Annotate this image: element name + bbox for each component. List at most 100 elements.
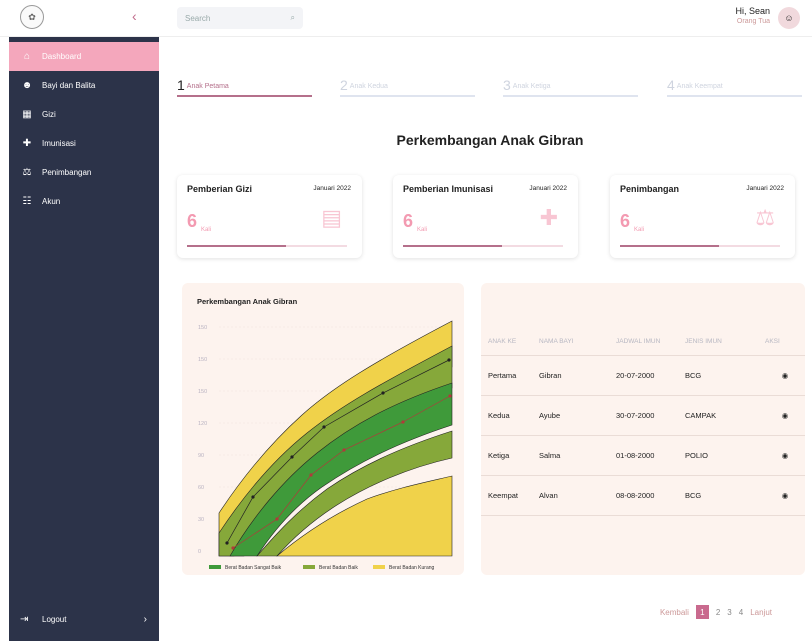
card-title: Pemberian Imunisasi [403,184,494,194]
point [448,394,452,398]
step-anak-3[interactable]: 3 Anak Ketiga [503,75,638,97]
point [447,358,451,362]
sidebar-item-label: Bayi dan Balita [42,81,96,90]
food-icon: ▦ [22,109,32,120]
table-header-row: ANAK KE NAMA BAYI JADWAL IMUN JENIS IMUN… [481,328,805,356]
logout-icon: ⇥ [20,613,29,625]
cell-anak-ke: Pertama [481,355,539,396]
search-icon[interactable]: ⌕ [291,13,295,23]
card-date: Januari 2022 [746,185,784,192]
prev-page-button[interactable]: Kembali [660,608,689,617]
page-title: Perkembangan Anak Gibran [396,132,584,148]
legend-swatch-sangat-baik [209,565,221,569]
view-eye-icon[interactable]: ◉ [765,435,805,476]
card-unit: Kali [634,227,645,233]
chart-title: Perkembangan Anak Gibran [197,297,298,306]
sidebar-item-label: Akun [42,197,61,206]
y-tick-label: 30 [198,517,204,523]
growth-chart-panel: Perkembangan Anak Gibran 0 30 60 90 120 150 15… [182,283,464,575]
step-anak-2[interactable]: 2 Anak Kedua [340,75,475,97]
growth-chart: Perkembangan Anak Gibran 0 30 60 90 120 150 15… [197,297,453,571]
point [381,391,385,395]
step-anak-4[interactable]: 4 Anak Keempat [667,75,802,97]
avatar[interactable]: ☺ [778,7,800,29]
top-bar: ✿ ‹ Search ⌕ Hi, Sean Orang Tua ☺ [0,0,812,37]
cell-jadwal: 01-08-2000 [616,435,685,476]
greeting-text: Hi, Sean [735,6,770,16]
cell-jenis: BCG [685,475,765,516]
card-count: 6 [403,211,414,231]
y-tick-label: 150 [198,357,207,363]
col-jadwal-imun: JADWAL IMUN [616,328,685,356]
card-date: Januari 2022 [529,185,567,192]
view-eye-icon[interactable]: ◉ [765,355,805,396]
sidebar-item-gizi[interactable]: ▦ Gizi [9,100,159,129]
pagination: Kembali 1 2 3 4 Lanjut [653,605,772,619]
col-jenis-imun: JENIS IMUN [685,328,765,356]
scale-icon: ⚖ [755,205,775,230]
cell-jadwal: 08-08-2000 [616,475,685,516]
search-placeholder: Search [185,13,211,23]
home-icon: ⌂ [23,51,31,62]
food-icon: ▤ [321,205,342,230]
sidebar-item-dashboard[interactable]: ⌂ Dashboard [9,42,159,71]
page-button-4[interactable]: 4 [739,608,743,617]
y-tick-label: 120 [198,421,207,427]
next-page-button[interactable]: Lanjut [750,608,772,617]
step-label: Anak Petama [186,83,229,90]
user-role: Orang Tua [736,18,770,25]
card-penimbangan[interactable]: Penimbangan Januari 2022 6 Kali ⚖ [610,175,795,258]
point [322,425,326,429]
card-progress [620,245,780,247]
point [231,546,235,550]
card-count: 6 [187,211,198,231]
cell-jenis: POLIO [685,435,765,476]
cell-nama-bayi: Alvan [539,475,616,516]
col-nama-bayi: NAMA BAYI [539,328,616,356]
step-number: 2 [340,77,348,93]
y-tick-label: 150 [198,325,207,331]
sidebar-item-bayi-balita[interactable]: ☻ Bayi dan Balita [9,71,159,100]
child-steps: 1 Anak Petama 2 Anak Kedua 3 Anak Ketiga 4A… [177,75,802,97]
sidebar-item-penimbangan[interactable]: ⚖ Penimbangan [9,158,159,187]
card-gizi[interactable]: Pemberian Gizi Januari 2022 6 Kali ▤ [177,175,362,258]
table-row: Keempat Alvan 08-08-2000 BCG ◉ [481,475,805,516]
col-aksi: AKSI [765,328,805,356]
card-imunisasi[interactable]: Pemberian Imunisasi Januari 2022 6 Kali … [393,175,578,258]
logout-label: Logout [42,614,67,624]
point [309,473,313,477]
step-anak-1[interactable]: 1 Anak Petama [177,75,312,97]
cell-nama-bayi: Ayube [539,395,616,436]
view-eye-icon[interactable]: ◉ [765,475,805,516]
page-button-2[interactable]: 2 [716,608,720,617]
cell-jenis: BCG [685,355,765,396]
chevron-right-icon: › [143,613,147,625]
cell-nama-bayi: Gibran [539,355,616,396]
card-progress [403,245,563,247]
sidebar: ⌂ Dashboard ☻ Bayi dan Balita ▦ Gizi ✚ Imuni… [9,37,159,641]
legend-label: Berat Badan Sangat Baik [225,565,282,571]
y-tick-label: 150 [198,389,207,395]
legend-label: Berat Badan Kurang [389,565,435,571]
logout-button[interactable]: ⇥ Logout › [9,609,159,629]
step-number: 4 [667,77,675,93]
card-count: 6 [620,211,631,231]
sidebar-item-label: Penimbangan [42,168,92,177]
collapse-sidebar-icon[interactable]: ‹ [132,8,137,24]
legend-swatch-kurang [373,565,385,569]
immunization-table-panel: ANAK KE NAMA BAYI JADWAL IMUN JENIS IMUN… [481,283,805,575]
search-input[interactable]: Search ⌕ [177,7,303,29]
page-button-3[interactable]: 3 [727,608,731,617]
point [251,495,255,499]
sidebar-item-akun[interactable]: ☷ Akun [9,187,159,216]
y-tick-label: 90 [198,453,204,459]
scale-icon: ⚖ [22,167,32,178]
point [290,455,294,459]
baby-icon: ☻ [21,80,33,91]
cell-anak-ke: Keempat [481,475,539,516]
legend-swatch-baik [303,565,315,569]
cell-jenis: CAMPAK [685,395,765,436]
cell-nama-bayi: Salma [539,435,616,476]
page-button-1[interactable]: 1 [695,605,709,619]
view-eye-icon[interactable]: ◉ [765,395,805,436]
